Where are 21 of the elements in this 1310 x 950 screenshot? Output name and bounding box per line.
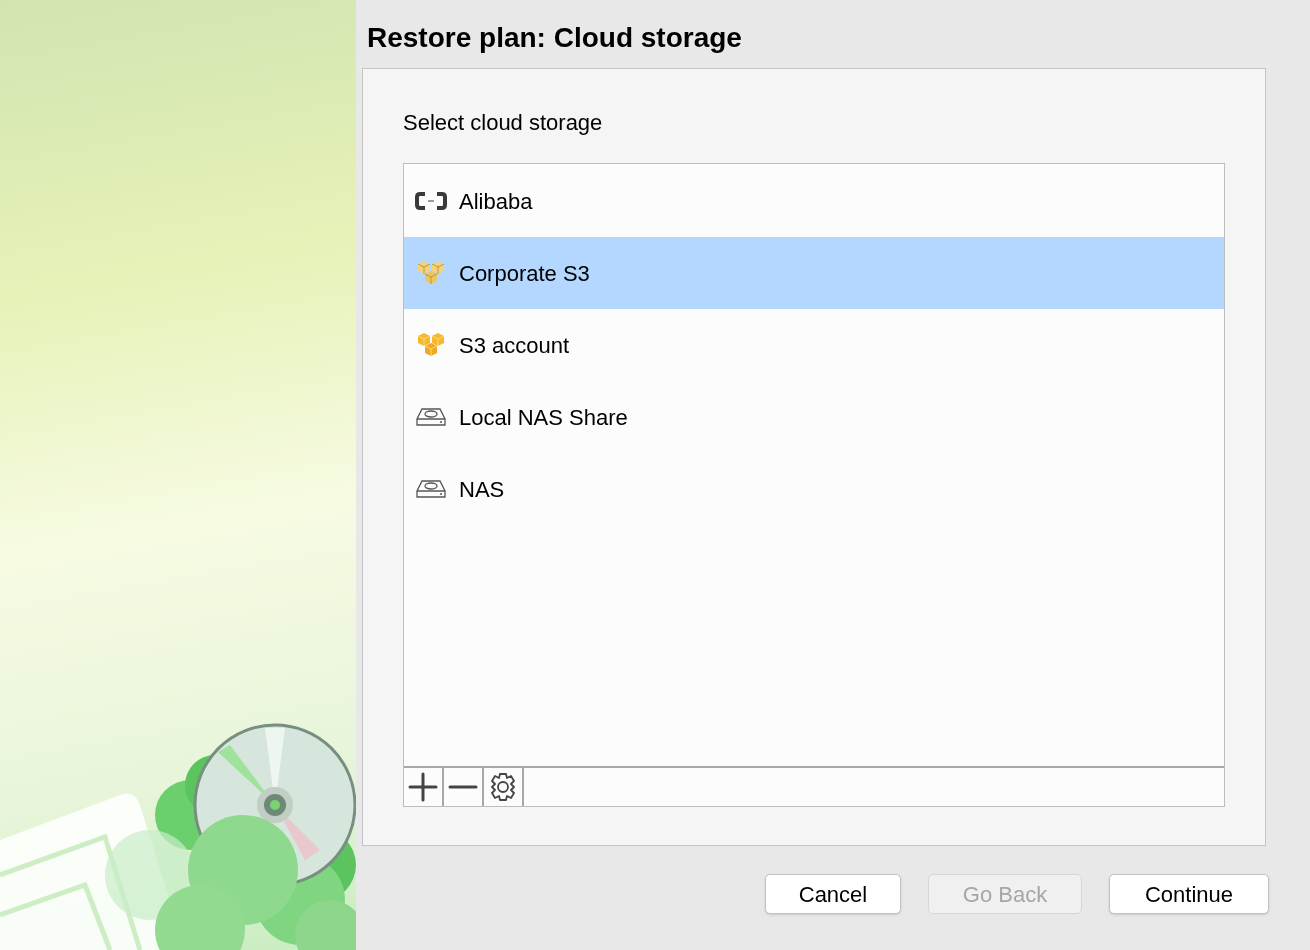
storage-name: NAS bbox=[459, 475, 505, 504]
dialog-button[interactable]: Cancel bbox=[765, 874, 901, 914]
section-label: Select cloud storage bbox=[403, 109, 604, 137]
storage-list-item[interactable]: S3 account bbox=[404, 309, 1224, 381]
storage-name: S3 account bbox=[459, 331, 570, 360]
dialog-button[interactable]: Continue bbox=[1109, 874, 1269, 914]
storage-list-item[interactable]: NAS bbox=[404, 453, 1224, 525]
storage-list-item[interactable]: Alibaba bbox=[404, 165, 1224, 237]
storage-name: Corporate S3 bbox=[459, 259, 590, 288]
cubes-icon bbox=[416, 331, 446, 359]
storage-name: Alibaba bbox=[459, 187, 533, 216]
minus-icon bbox=[448, 785, 478, 789]
bracket-icon bbox=[415, 191, 447, 211]
page-title: Restore plan: Cloud storage bbox=[366, 21, 743, 55]
plus-icon bbox=[408, 772, 438, 802]
storage-name: Local NAS Share bbox=[459, 403, 628, 432]
hard-drive-icon bbox=[416, 407, 446, 427]
cubes-icon bbox=[416, 259, 446, 287]
storage-list-item[interactable]: Corporate S3 bbox=[404, 237, 1224, 309]
hard-drive-icon bbox=[416, 479, 446, 499]
storage-list-item[interactable]: Local NAS Share bbox=[404, 381, 1224, 453]
